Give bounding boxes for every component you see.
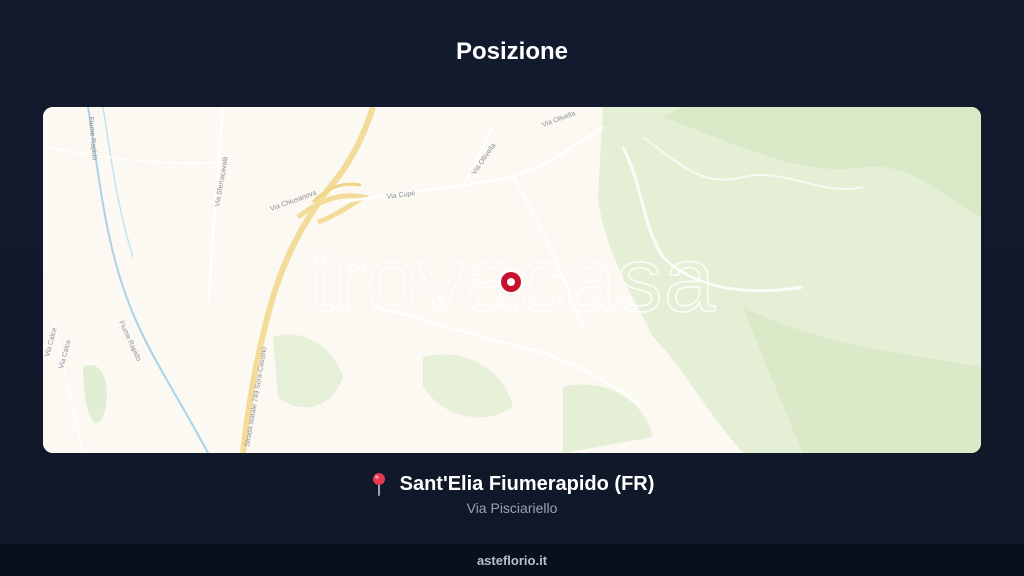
location-marker-icon[interactable] xyxy=(501,272,521,292)
location-line: Sant'Elia Fiumerapido (FR) xyxy=(0,472,1024,496)
site-name: asteflorio.it xyxy=(476,552,548,568)
location-name: Sant'Elia Fiumerapido (FR) xyxy=(399,472,655,495)
address-text: Via Pisciariello xyxy=(466,500,558,516)
location-map[interactable]: Via Olivella Via Ollivella Via Cupe Via … xyxy=(43,107,981,453)
map-pin-icon xyxy=(370,472,388,496)
page-title: Posizione xyxy=(455,38,569,65)
footer: asteflorio.it xyxy=(0,544,1024,576)
